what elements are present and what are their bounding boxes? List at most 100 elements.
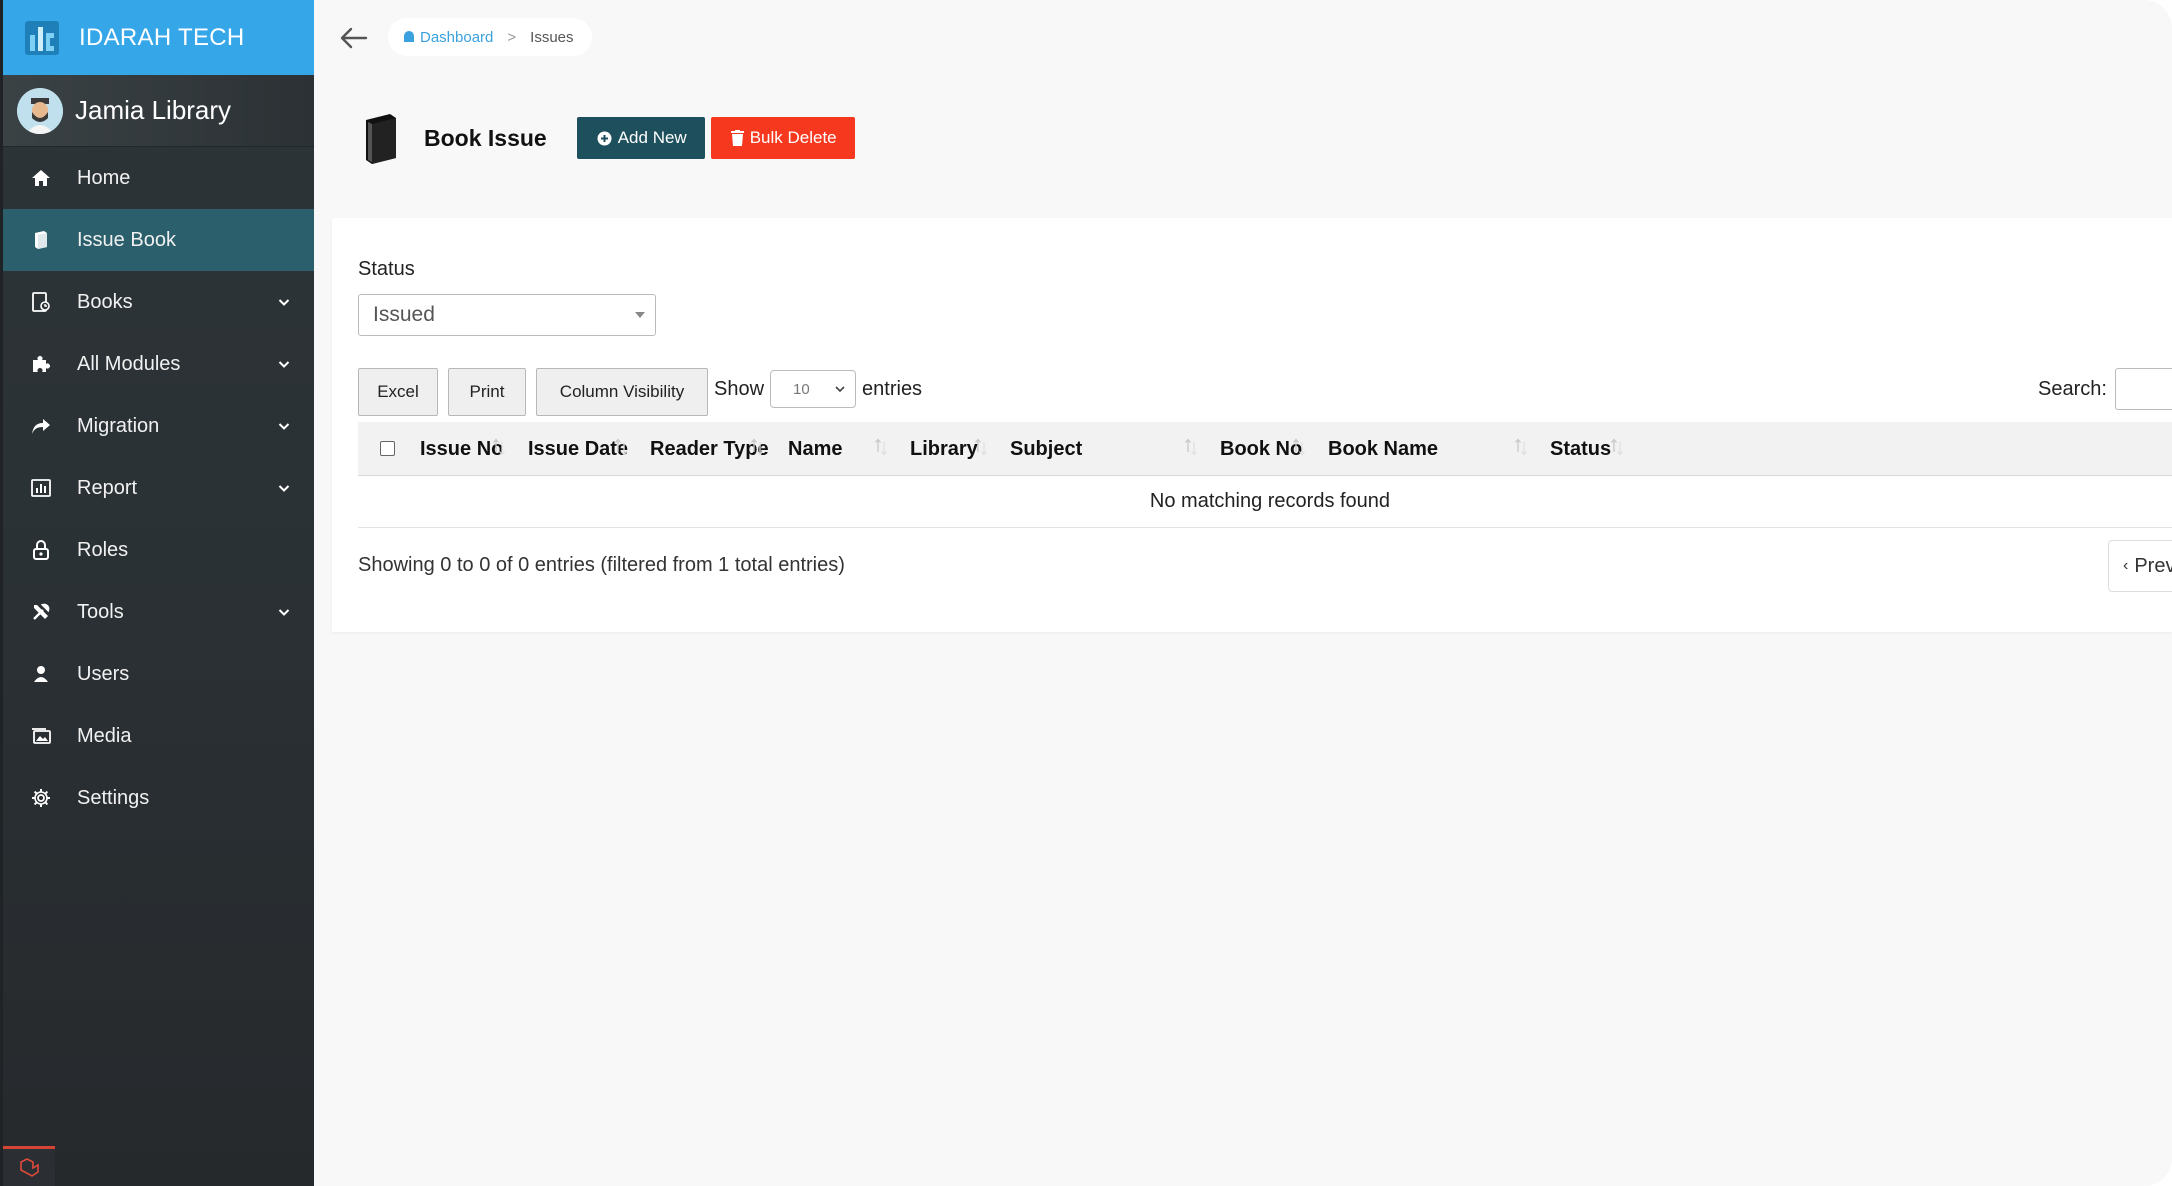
topbar: Dashboard > Issues — [314, 0, 2172, 75]
breadcrumb-dashboard-link[interactable]: Dashboard — [402, 29, 493, 46]
sidebar-item-tools[interactable]: Tools — [3, 581, 314, 643]
pagination-previous-label: Prev — [2134, 554, 2172, 577]
book-open-icon — [27, 226, 55, 254]
page-title: Book Issue — [424, 124, 547, 151]
sidebar-item-all-modules[interactable]: All Modules — [3, 333, 314, 395]
entries-value: 10 — [793, 380, 810, 398]
sidebar-item-label: Tools — [77, 600, 124, 623]
chevron-down-icon — [276, 417, 292, 433]
chevron-down-icon — [835, 386, 845, 393]
sort-icon[interactable] — [974, 434, 988, 460]
sidebar: IDARAH TECH Jamia Library Home Issue Book… — [0, 0, 314, 1186]
show-label: Show — [714, 377, 765, 400]
sidebar-item-report[interactable]: Report — [3, 457, 314, 519]
sidebar-item-settings[interactable]: Settings — [3, 767, 314, 829]
sidebar-nav: Home Issue Book Books All Modules Migration R… — [3, 147, 314, 829]
status-filter-select[interactable]: Issued — [358, 294, 656, 336]
column-header-name[interactable]: Name — [788, 422, 842, 476]
pagination-previous[interactable]: ‹ Prev — [2108, 540, 2172, 592]
column-header-subject[interactable]: Subject — [1010, 422, 1082, 476]
entries-length: Show 10 entries — [714, 370, 922, 408]
column-header-library[interactable]: Library — [910, 422, 978, 476]
sort-icon[interactable] — [1514, 434, 1528, 460]
sort-icon[interactable] — [614, 434, 628, 460]
print-button[interactable]: Print — [448, 368, 526, 416]
chevron-down-icon — [276, 293, 292, 309]
user-panel[interactable]: Jamia Library — [3, 75, 314, 147]
chart-icon — [27, 474, 55, 502]
brand-bar[interactable]: IDARAH TECH — [3, 0, 314, 75]
sidebar-item-books[interactable]: Books — [3, 271, 314, 333]
sort-icon[interactable] — [874, 434, 888, 460]
sidebar-item-label: Issue Book — [77, 228, 176, 251]
breadcrumb-dashboard-label: Dashboard — [420, 28, 494, 46]
sort-icon[interactable] — [1610, 434, 1624, 460]
column-header-status[interactable]: Status — [1550, 422, 1611, 476]
brand-logo-icon — [25, 20, 59, 55]
search-label: Search: — [2038, 377, 2107, 400]
sidebar-item-migration[interactable]: Migration — [3, 395, 314, 457]
add-new-button[interactable]: Add New — [576, 117, 705, 159]
plus-circle-icon — [597, 131, 612, 146]
status-filter-label: Status — [358, 258, 415, 280]
breadcrumb-separator: > — [507, 28, 517, 46]
share-arrow-icon — [27, 412, 55, 440]
sidebar-item-roles[interactable]: Roles — [3, 519, 314, 581]
chevron-down-icon — [276, 355, 292, 371]
column-header-book-name[interactable]: Book Name — [1328, 422, 1438, 476]
table-header: Issue No Issue Date Reader Type Name Library… — [358, 422, 2172, 476]
back-arrow-icon[interactable] — [338, 22, 370, 54]
table-info: Showing 0 to 0 of 0 entries (filtered fr… — [358, 554, 845, 576]
entries-select[interactable]: 10 — [770, 370, 857, 408]
chevron-down-icon — [276, 603, 292, 619]
column-header-book-no[interactable]: Book No — [1220, 422, 1302, 476]
breadcrumb: Dashboard > Issues — [388, 18, 592, 56]
column-header-issue-no[interactable]: Issue No — [420, 422, 503, 476]
issues-card: Status Issued Excel Print Column Visibil… — [332, 218, 2172, 632]
sidebar-item-label: Roles — [77, 538, 129, 561]
page-header: Book Issue Add New Bulk Delete — [360, 112, 855, 164]
status-filter-value: Issued — [373, 303, 435, 326]
search-input[interactable] — [2114, 368, 2172, 410]
sidebar-item-media[interactable]: Media — [3, 705, 314, 767]
sort-icon[interactable] — [492, 434, 506, 460]
sidebar-item-label: Books — [77, 290, 133, 313]
sidebar-item-label: Settings — [77, 786, 150, 809]
books-icon — [27, 288, 55, 316]
app-window: IDARAH TECH Jamia Library Home Issue Book… — [0, 0, 2172, 1186]
sidebar-item-label: All Modules — [77, 352, 181, 375]
sidebar-item-label: Migration — [77, 414, 160, 437]
sidebar-item-issue-book[interactable]: Issue Book — [3, 209, 314, 271]
tools-icon — [27, 598, 55, 626]
sidebar-item-label: Users — [77, 662, 130, 685]
gear-icon — [27, 784, 55, 812]
column-visibility-button[interactable]: Column Visibility — [536, 368, 708, 416]
dashboard-icon — [404, 31, 414, 42]
sort-icon[interactable] — [750, 434, 764, 460]
sidebar-item-label: Report — [77, 476, 138, 499]
images-icon — [27, 722, 55, 750]
bulk-delete-button[interactable]: Bulk Delete — [710, 117, 855, 159]
sidebar-item-label: Home — [77, 166, 131, 189]
avatar — [17, 87, 63, 134]
puzzle-icon — [27, 350, 55, 378]
user-name: Jamia Library — [75, 95, 232, 125]
excel-button[interactable]: Excel — [358, 368, 438, 416]
laravel-icon — [3, 1146, 55, 1186]
add-new-label: Add New — [617, 128, 687, 147]
bulk-delete-label: Bulk Delete — [749, 128, 837, 147]
sort-icon[interactable] — [1184, 434, 1198, 460]
chevron-down-icon — [276, 479, 292, 495]
lock-icon — [27, 536, 55, 564]
brand-name: IDARAH TECH — [79, 23, 245, 51]
sort-icon[interactable] — [1292, 434, 1306, 460]
sidebar-item-users[interactable]: Users — [3, 643, 314, 705]
select-all-checkbox[interactable] — [380, 441, 395, 456]
sidebar-item-home[interactable]: Home — [3, 147, 314, 209]
caret-down-icon — [635, 312, 645, 318]
home-icon — [27, 164, 55, 192]
user-icon — [27, 660, 55, 688]
table-search: Search: — [2038, 368, 2172, 410]
empty-table-row: No matching records found — [358, 476, 2172, 528]
entries-label: entries — [862, 377, 923, 400]
